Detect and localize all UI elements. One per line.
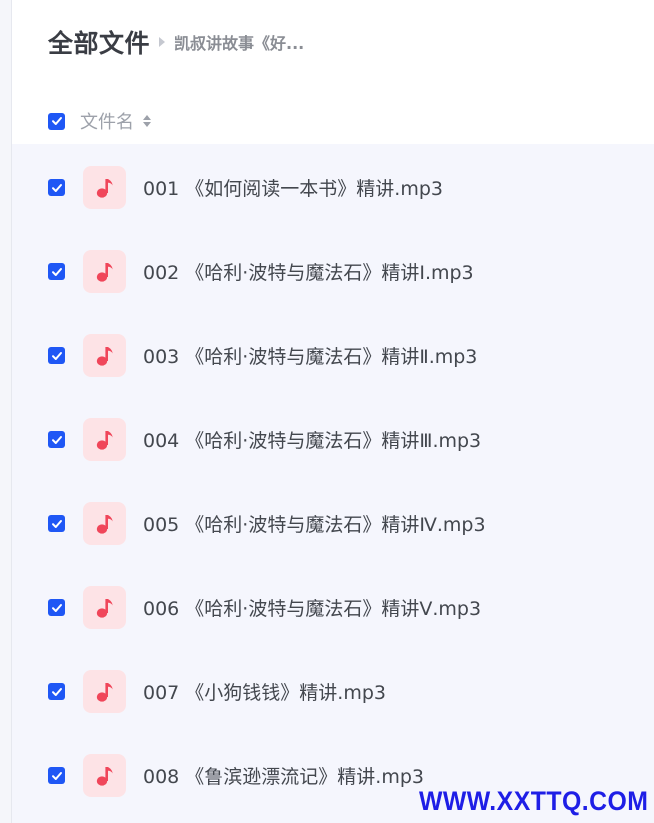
file-list: 001 《如何阅读一本书》精讲.mp3 002 《哈利·波特与魔法石》精讲Ⅰ.mp… [12, 144, 654, 823]
breadcrumb-arrow-icon [159, 37, 166, 47]
file-checkbox[interactable] [48, 179, 65, 196]
file-checkbox[interactable] [48, 263, 65, 280]
file-name[interactable]: 002 《哈利·波特与魔法石》精讲Ⅰ.mp3 [143, 258, 474, 285]
file-row[interactable]: 004 《哈利·波特与魔法石》精讲Ⅲ.mp3 [12, 396, 654, 480]
select-all-checkbox[interactable] [48, 112, 65, 130]
file-row[interactable]: 007 《小狗钱钱》精讲.mp3 [12, 648, 654, 732]
file-row[interactable]: 006 《哈利·波特与魔法石》精讲Ⅴ.mp3 [12, 564, 654, 648]
breadcrumb-current[interactable]: 凯叔讲故事《好... [174, 30, 304, 54]
file-checkbox[interactable] [48, 515, 65, 532]
check-icon [51, 435, 62, 444]
file-name[interactable]: 003 《哈利·波特与魔法石》精讲Ⅱ.mp3 [143, 342, 477, 369]
file-checkbox[interactable] [48, 431, 65, 448]
music-note-icon [83, 166, 126, 209]
file-checkbox[interactable] [48, 599, 65, 616]
file-name[interactable]: 006 《哈利·波特与魔法石》精讲Ⅴ.mp3 [143, 594, 481, 621]
sort-icon[interactable] [143, 115, 151, 127]
file-name[interactable]: 001 《如何阅读一本书》精讲.mp3 [143, 174, 443, 201]
check-icon [51, 603, 62, 612]
check-icon [51, 771, 62, 780]
music-note-icon [83, 334, 126, 377]
file-row[interactable]: 002 《哈利·波特与魔法石》精讲Ⅰ.mp3 [12, 228, 654, 312]
header: 全部文件 凯叔讲故事《好... [48, 24, 304, 60]
check-icon [51, 519, 62, 528]
page-title: 全部文件 [48, 29, 151, 58]
column-filename[interactable]: 文件名 [80, 108, 134, 134]
file-row[interactable]: 005 《哈利·波特与魔法石》精讲Ⅳ.mp3 [12, 480, 654, 564]
music-note-icon [83, 250, 126, 293]
file-row[interactable]: 003 《哈利·波特与魔法石》精讲Ⅱ.mp3 [12, 312, 654, 396]
file-checkbox[interactable] [48, 683, 65, 700]
music-note-icon [83, 586, 126, 629]
check-icon [51, 117, 62, 125]
left-rail [0, 0, 12, 823]
check-icon [51, 267, 62, 276]
check-icon [51, 687, 62, 696]
file-name[interactable]: 005 《哈利·波特与魔法石》精讲Ⅳ.mp3 [143, 510, 486, 537]
file-name[interactable]: 008 《鲁滨逊漂流记》精讲.mp3 [143, 762, 424, 789]
check-icon [51, 351, 62, 360]
music-note-icon [83, 418, 126, 461]
music-note-icon [83, 754, 126, 797]
file-checkbox[interactable] [48, 347, 65, 364]
file-row[interactable]: 001 《如何阅读一本书》精讲.mp3 [12, 144, 654, 228]
file-checkbox[interactable] [48, 767, 65, 784]
check-icon [51, 183, 62, 192]
music-note-icon [83, 670, 126, 713]
column-header: 文件名 [48, 108, 151, 134]
file-name[interactable]: 007 《小狗钱钱》精讲.mp3 [143, 678, 386, 705]
file-name[interactable]: 004 《哈利·波特与魔法石》精讲Ⅲ.mp3 [143, 426, 481, 453]
watermark: WWW.XXTTQ.COM [418, 786, 648, 816]
music-note-icon [83, 502, 126, 545]
